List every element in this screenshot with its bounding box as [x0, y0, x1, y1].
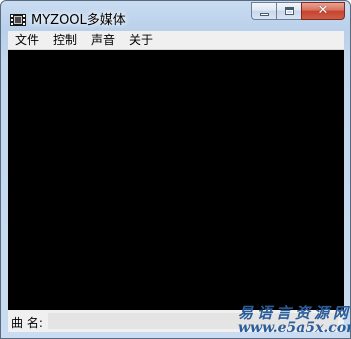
film-icon[interactable] — [10, 11, 26, 26]
menu-bar: 文件 控制 声音 关于 — [8, 31, 344, 50]
video-display[interactable] — [8, 50, 344, 310]
maximize-icon — [285, 7, 294, 15]
close-button[interactable]: ✕ — [301, 2, 345, 20]
watermark-url: www.e5a5x.com — [238, 320, 351, 336]
caption-buttons: ✕ — [251, 2, 345, 21]
menu-about[interactable]: 关于 — [122, 31, 160, 49]
song-name-label: 曲 名: — [11, 316, 43, 330]
window-title: MYZOOL多媒体 — [31, 13, 126, 28]
menu-sound[interactable]: 声音 — [84, 31, 122, 49]
close-icon: ✕ — [317, 3, 329, 18]
title-bar[interactable]: MYZOOL多媒体 ✕ — [1, 1, 350, 31]
app-window: MYZOOL多媒体 ✕ 文件 控制 声音 关于 曲 名: — [0, 0, 351, 339]
menu-control[interactable]: 控制 — [46, 31, 84, 49]
maximize-button[interactable] — [276, 2, 302, 20]
watermark: 易语言资源网 www.e5a5x.com — [234, 302, 351, 338]
minimize-icon — [260, 13, 269, 16]
menu-file[interactable]: 文件 — [8, 31, 46, 49]
minimize-button[interactable] — [251, 2, 277, 20]
